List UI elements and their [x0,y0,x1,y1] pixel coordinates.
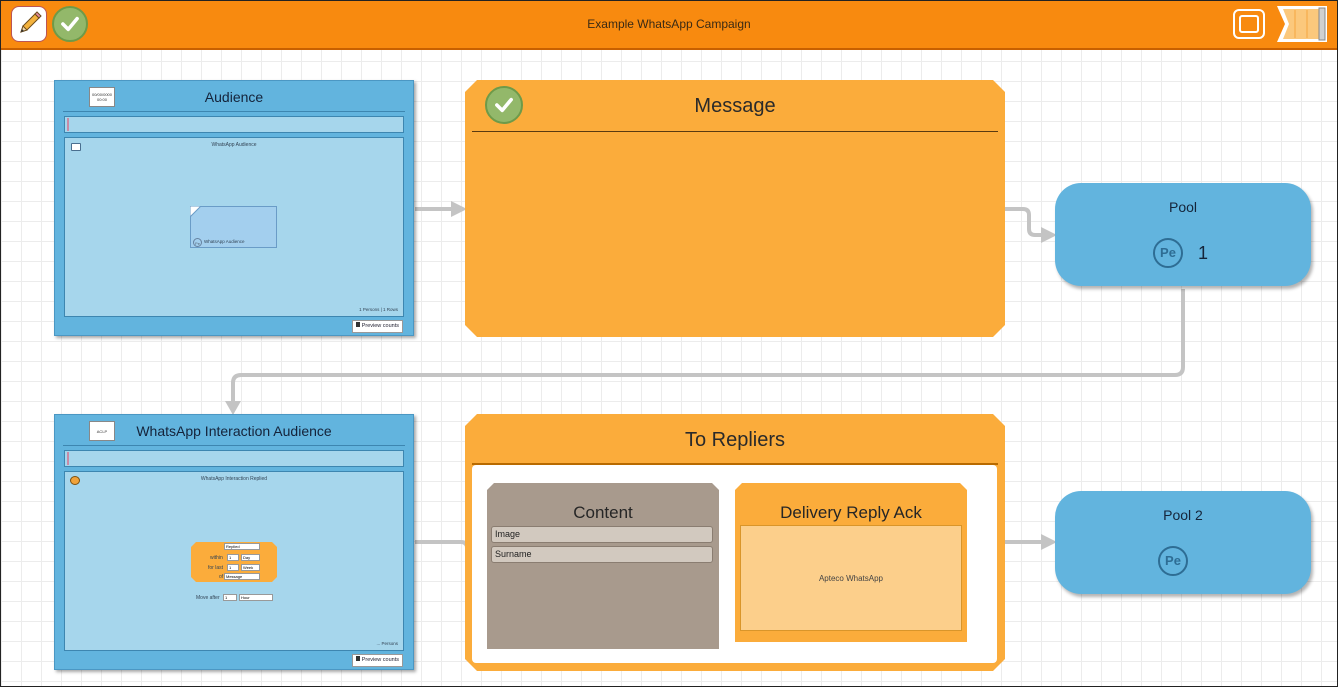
pool-title: Pool [1168,199,1198,215]
audience-selection-bar[interactable] [64,116,404,133]
message-title: Message [694,95,776,117]
for-last-stepper[interactable]: 1 [227,564,239,571]
divider [63,445,405,446]
action-value: Replied [226,544,240,549]
preview-counts-button[interactable]: Preview counts [351,654,403,667]
top-toolbar: Example WhatsApp Campaign [1,1,1337,50]
content-title: Content [573,503,633,522]
doc-label: WhatsApp Audience [204,239,245,244]
delivery-reply-ack-node[interactable]: Delivery Reply Ack Apteco WhatsApp [735,483,967,642]
for-last-unit: Week [243,565,254,570]
panel-label: WhatsApp Interaction Replied [200,476,268,482]
action-select[interactable]: Replied [224,543,260,550]
within-label: within [210,555,223,561]
page-title: Example WhatsApp Campaign [587,17,751,31]
audience-title: Audience [204,89,264,105]
page-corner-icon [190,206,202,218]
within-unit-select[interactable]: Day [241,554,260,561]
delivery-title: Delivery Reply Ack [780,503,922,522]
preview-counts-button[interactable]: Preview counts [351,320,403,333]
preview-label: Preview counts [361,657,399,663]
calculator-icon [355,656,360,661]
audience-counts: ... Persons [376,641,398,646]
window-button[interactable] [1233,9,1265,39]
move-after-num: 1 [225,595,228,600]
pool-count: 1 [1198,243,1209,263]
panel-label: WhatsApp Audience [211,142,257,148]
move-after-unit-select[interactable]: Hour [239,594,273,601]
message-node[interactable]: Message [465,80,1005,337]
pool-node[interactable]: Pool Pe 1 [1055,183,1311,286]
calculator-icon [355,322,360,327]
of-label: of [219,574,224,580]
within-unit: Day [243,555,251,560]
person-icon: Pe [1158,546,1188,576]
move-after-unit: Hour [241,595,250,600]
content-node[interactable]: Content Image Surname [487,483,719,649]
content-row-surname[interactable]: Surname [491,546,713,563]
delivery-channel: Apteco WhatsApp [818,574,884,583]
interaction-criteria: Replied within 1 Day for last 1 Week of … [191,542,277,582]
pool-2-title: Pool 2 [1163,507,1203,523]
window-icon [1239,15,1259,33]
divider [63,111,405,112]
ribbon-icon[interactable] [1273,4,1331,44]
of-value: Message [226,574,243,579]
pool-2-node[interactable]: Pool 2 Pe [1055,491,1311,594]
audience-counts: 1 Persons | 1 Rows [359,307,398,312]
for-last-label: for last [208,565,224,571]
selection-document[interactable]: Pe WhatsApp Audience [190,206,277,248]
content-row-image[interactable]: Image [491,526,713,543]
delivery-panel[interactable]: Apteco WhatsApp [740,525,962,631]
to-repliers-title: To Repliers [684,429,786,451]
interaction-audience-node[interactable]: ACLP WhatsApp Interaction Audience Whats… [54,414,414,670]
interaction-panel[interactable]: WhatsApp Interaction Replied Replied wit… [64,471,404,651]
interaction-audience-title: WhatsApp Interaction Audience [136,423,332,439]
audience-node[interactable]: 00/00/0000 00:00 Audience WhatsApp Audie… [54,80,414,336]
audience-panel[interactable]: WhatsApp Audience Pe WhatsApp Audience 1… [64,137,404,317]
audience-selection-bar[interactable] [64,450,404,467]
divider [472,131,998,132]
preview-label: Preview counts [361,323,399,329]
person-icon: Pe [193,238,202,247]
person-icon: Pe [1153,238,1183,268]
move-after-label: Move after [196,595,220,601]
of-select[interactable]: Message [224,573,260,580]
for-last-num: 1 [229,565,232,570]
canvas: Example WhatsApp Campaign 00/00/0000 00:… [0,0,1338,687]
for-last-unit-select[interactable]: Week [241,564,260,571]
within-stepper[interactable]: 1 [227,554,239,561]
within-num: 1 [229,555,232,560]
move-after-stepper[interactable]: 1 [223,594,237,601]
